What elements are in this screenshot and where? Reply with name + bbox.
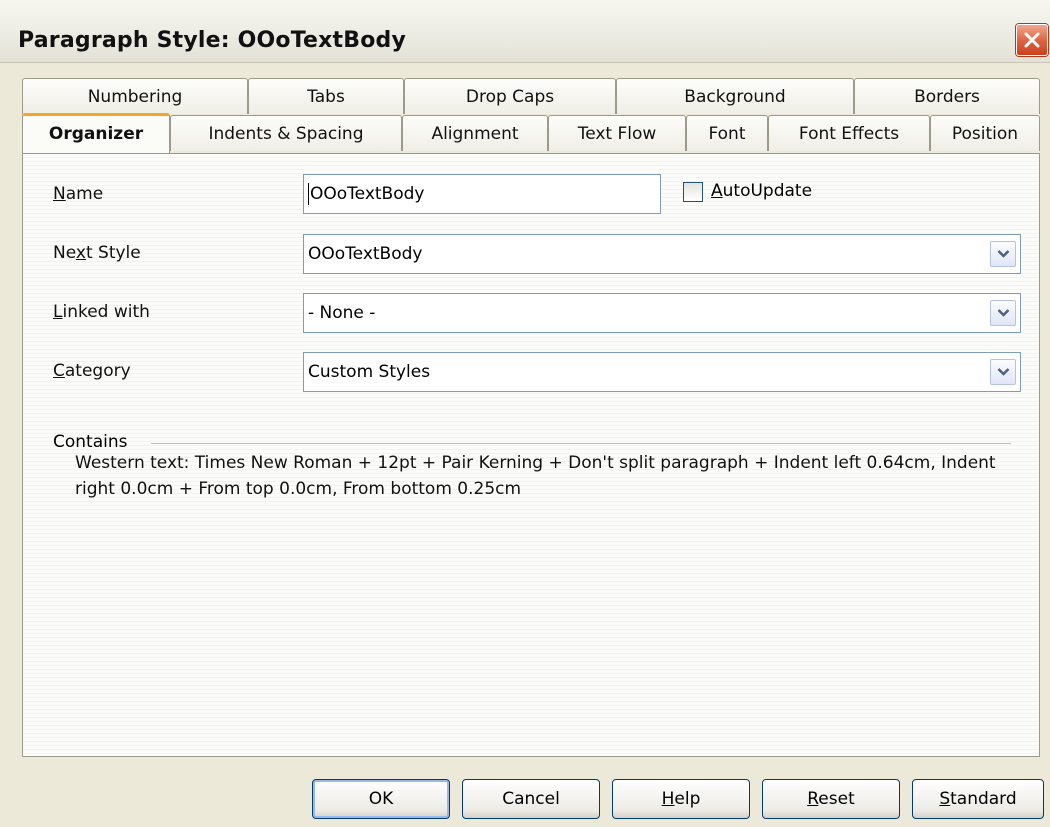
tab-drop-caps[interactable]: Drop Caps bbox=[404, 78, 616, 114]
cancel-button[interactable]: Cancel bbox=[462, 779, 600, 819]
contains-description: Western text: Times New Roman + 12pt + P… bbox=[75, 453, 996, 499]
linked-with-label: Linked with bbox=[53, 302, 150, 322]
reset-button[interactable]: Reset bbox=[762, 779, 900, 819]
ok-button[interactable]: OK bbox=[312, 779, 450, 819]
autoupdate-checkbox[interactable] bbox=[683, 182, 703, 202]
close-button[interactable] bbox=[1016, 24, 1048, 56]
chevron-down-icon bbox=[997, 250, 1010, 258]
standard-button[interactable]: Standard bbox=[912, 779, 1044, 819]
tab-font-effects[interactable]: Font Effects bbox=[768, 115, 930, 151]
window-title: Paragraph Style: OOoTextBody bbox=[18, 28, 407, 53]
linked-with-dropdown-button[interactable] bbox=[990, 300, 1016, 326]
contains-label: Contains bbox=[53, 432, 128, 452]
tab-alignment[interactable]: Alignment bbox=[402, 115, 548, 151]
next-style-label: Next Style bbox=[53, 243, 141, 263]
text-cursor bbox=[308, 183, 309, 205]
tab-organizer[interactable]: Organizer bbox=[22, 113, 170, 153]
next-style-dropdown-button[interactable] bbox=[990, 241, 1016, 267]
tab-position[interactable]: Position bbox=[930, 115, 1040, 151]
chevron-down-icon bbox=[997, 309, 1010, 317]
tab-indents-spacing[interactable]: Indents & Spacing bbox=[170, 115, 402, 151]
close-icon bbox=[1024, 32, 1040, 48]
next-style-select[interactable]: OOoTextBody bbox=[303, 234, 1021, 274]
help-button[interactable]: Help bbox=[612, 779, 750, 819]
tab-tabs[interactable]: Tabs bbox=[248, 78, 404, 114]
tab-numbering[interactable]: Numbering bbox=[22, 78, 248, 114]
autoupdate-label[interactable]: AutoUpdate bbox=[711, 181, 812, 201]
contains-divider bbox=[151, 443, 1011, 444]
name-label: Name bbox=[53, 184, 104, 204]
title-bar[interactable]: Paragraph Style: OOoTextBody bbox=[0, 0, 1050, 63]
organizer-panel: Name OOoTextBody AutoUpdate Next Style O… bbox=[22, 153, 1040, 757]
category-dropdown-button[interactable] bbox=[990, 359, 1016, 385]
category-label: Category bbox=[53, 361, 131, 381]
linked-with-select[interactable]: - None - bbox=[303, 293, 1021, 333]
tab-font[interactable]: Font bbox=[686, 115, 768, 151]
chevron-down-icon bbox=[997, 368, 1010, 376]
category-select[interactable]: Custom Styles bbox=[303, 352, 1021, 392]
name-input[interactable]: OOoTextBody bbox=[303, 174, 661, 214]
tab-borders[interactable]: Borders bbox=[854, 78, 1040, 114]
tab-background[interactable]: Background bbox=[616, 78, 854, 114]
tab-text-flow[interactable]: Text Flow bbox=[548, 115, 686, 151]
